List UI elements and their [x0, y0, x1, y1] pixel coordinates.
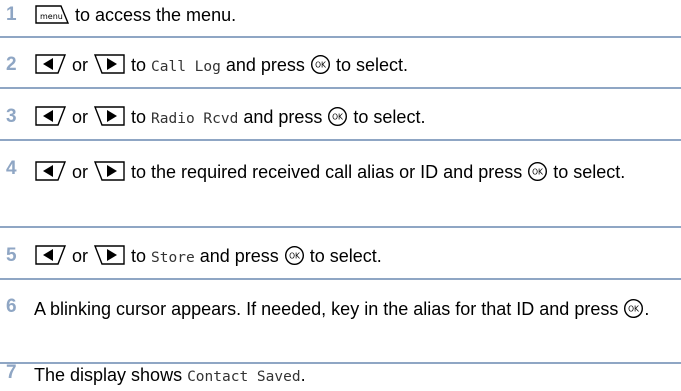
instruction-text: . [300, 365, 306, 385]
step-number: 3 [6, 106, 17, 127]
instruction-text: to select. [330, 55, 408, 75]
display-text: Call Log [151, 59, 221, 75]
step-number: 5 [6, 245, 17, 266]
separator [0, 226, 681, 228]
instruction-text: and press [194, 246, 284, 266]
instruction-text: or [67, 55, 94, 75]
svg-text:OK: OK [628, 305, 640, 314]
display-text: Radio Rcvd [151, 111, 239, 127]
instruction-text: to select. [304, 246, 382, 266]
step-1: 1 menu to access the menu. [0, 2, 681, 29]
svg-text:OK: OK [289, 252, 301, 261]
instruction-text: The display shows [34, 365, 188, 385]
svg-text:OK: OK [315, 61, 327, 70]
ok-key-icon: OK [327, 106, 348, 127]
separator [0, 139, 681, 141]
instruction-text: A blinking cursor appears. If needed, ke… [34, 299, 624, 319]
svg-text:menu: menu [40, 12, 63, 21]
menu-key-icon: menu [34, 4, 70, 25]
right-arrow-key-icon [93, 160, 126, 182]
ok-key-icon: OK [623, 298, 644, 319]
ok-key-icon: OK [527, 161, 548, 182]
instruction-text: to the required received call alias or I… [126, 162, 528, 182]
instruction-text: or [67, 107, 94, 127]
step-text: or to Radio Rcvd and press OK to select. [34, 104, 681, 133]
step-6: 6 A blinking cursor appears. If needed, … [0, 294, 681, 325]
instruction-text: to select. [548, 162, 626, 182]
step-number: 2 [6, 54, 17, 75]
step-text: The display shows Contact Saved. [34, 362, 681, 391]
right-arrow-key-icon [93, 105, 126, 127]
ok-key-icon: OK [310, 54, 331, 75]
svg-text:OK: OK [332, 113, 344, 122]
step-7: 7 The display shows Contact Saved. [0, 362, 681, 391]
instruction-text: or [67, 246, 94, 266]
instruction-text: to [126, 107, 152, 127]
step-number: 4 [6, 158, 17, 179]
instruction-text: and press [220, 55, 310, 75]
instruction-text: or [67, 162, 94, 182]
step-number: 6 [6, 296, 17, 317]
step-text: or to Store and press OK to select. [34, 243, 681, 272]
left-arrow-key-icon [34, 105, 67, 127]
step-number: 7 [6, 362, 17, 383]
right-arrow-key-icon [93, 53, 126, 75]
left-arrow-key-icon [34, 244, 67, 266]
separator [0, 278, 681, 280]
instruction-text: to select. [348, 107, 426, 127]
left-arrow-key-icon [34, 160, 67, 182]
step-3: 3 or to Radio Rcvd and press OK to selec… [0, 104, 681, 133]
separator [0, 87, 681, 89]
instruction-text: and press [238, 107, 328, 127]
left-arrow-key-icon [34, 53, 67, 75]
step-text: or to the required received call alias o… [34, 156, 641, 188]
separator [0, 36, 681, 38]
right-arrow-key-icon [93, 244, 126, 266]
display-text: Store [151, 250, 195, 266]
instruction-text: to [126, 246, 152, 266]
instruction-text: to [126, 55, 152, 75]
step-text: menu to access the menu. [34, 2, 681, 29]
step-4: 4 or to the required received call alias… [0, 156, 681, 188]
instruction-text: . [644, 299, 650, 319]
step-text: A blinking cursor appears. If needed, ke… [34, 294, 661, 325]
instruction-text: to access the menu. [70, 5, 237, 25]
ok-key-icon: OK [284, 245, 305, 266]
step-2: 2 or to Call Log and press OK to select. [0, 52, 681, 81]
step-number: 1 [6, 4, 17, 25]
step-text: or to Call Log and press OK to select. [34, 52, 681, 81]
svg-text:OK: OK [532, 168, 544, 177]
display-text: Contact Saved [187, 369, 301, 385]
step-5: 5 or to Store and press OK to select. [0, 243, 681, 272]
